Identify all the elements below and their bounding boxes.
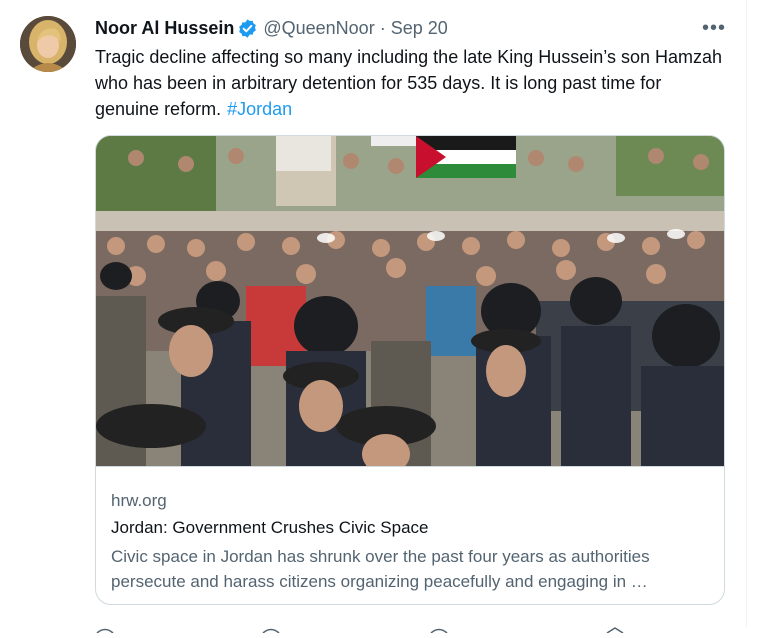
action-bar-partial xyxy=(95,620,725,634)
tweet-header: Noor Al Hussein @QueenNoor · Sep 20 xyxy=(95,16,448,40)
tweet-body: Tragic decline affecting so many includi… xyxy=(95,47,723,119)
header-separator: · xyxy=(379,17,386,38)
timeline-divider xyxy=(746,0,747,627)
card-title: Jordan: Government Crushes Civic Space xyxy=(111,518,429,537)
verified-badge-icon xyxy=(237,18,258,39)
tweet-text: Tragic decline affecting so many includi… xyxy=(95,44,725,122)
protest-photo xyxy=(96,136,724,474)
author-handle[interactable]: @QueenNoor xyxy=(263,18,374,39)
hashtag-link[interactable]: #Jordan xyxy=(227,99,292,119)
card-body[interactable]: hrw.org Jordan: Government Crushes Civic… xyxy=(96,466,724,604)
card-image[interactable] xyxy=(96,136,724,474)
link-card[interactable]: hrw.org Jordan: Government Crushes Civic… xyxy=(95,135,725,605)
card-domain: hrw.org xyxy=(111,491,167,510)
action-icons-partial xyxy=(96,627,624,634)
tweet-date[interactable]: Sep 20 xyxy=(391,18,448,39)
card-description: Civic space in Jordan has shrunk over th… xyxy=(111,547,650,591)
more-options-icon[interactable]: ••• xyxy=(700,16,728,40)
flag xyxy=(416,136,516,178)
avatar-photo xyxy=(20,16,76,72)
author-name[interactable]: Noor Al Hussein xyxy=(95,18,234,39)
avatar[interactable] xyxy=(20,16,76,72)
